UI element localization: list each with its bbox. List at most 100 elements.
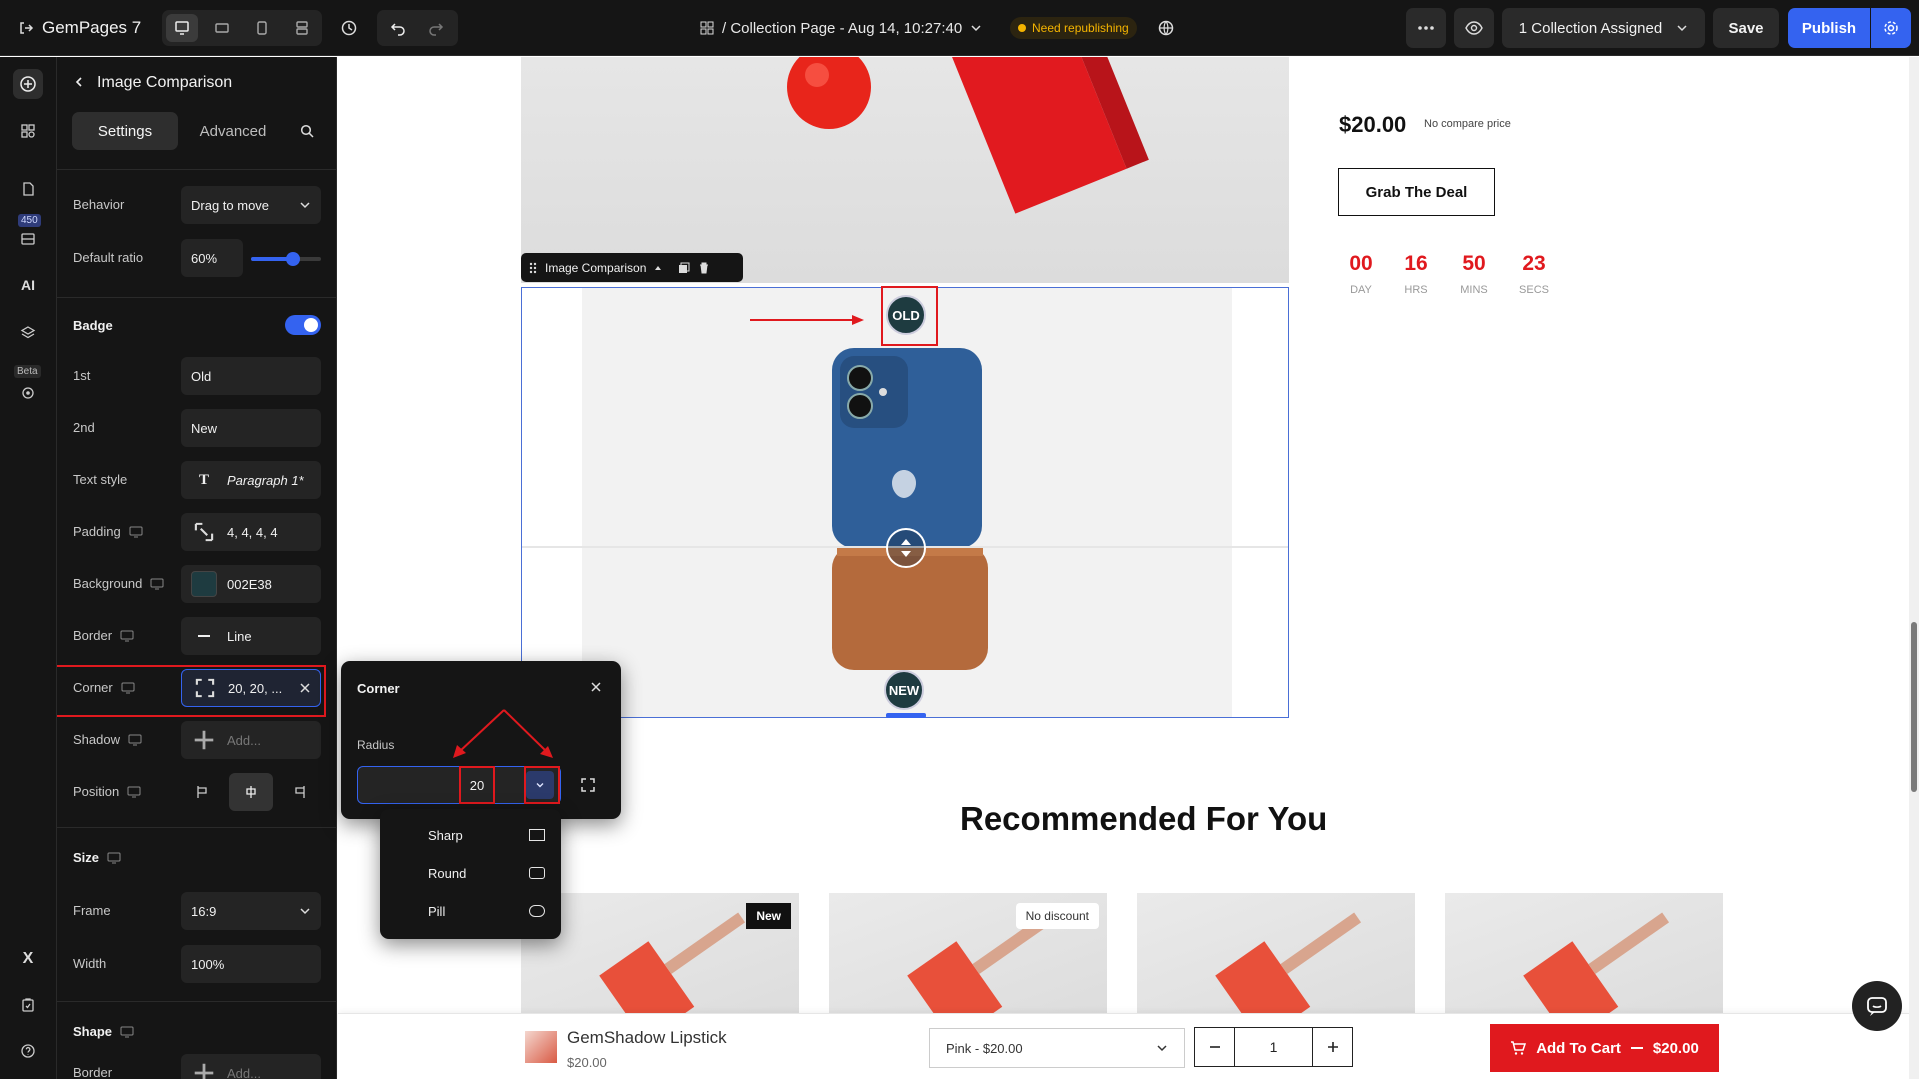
color-swatch[interactable] <box>191 571 217 597</box>
scrollbar-thumb[interactable] <box>1911 622 1917 792</box>
behavior-label: Behavior <box>73 197 125 212</box>
comparison-handle[interactable] <box>886 528 926 568</box>
corner-shape-menu: Sharp Round Pill <box>380 809 561 939</box>
shadow-add-button[interactable]: Add... <box>181 721 321 759</box>
annotation-highlight <box>524 766 560 804</box>
size-row: Size <box>73 850 121 865</box>
align-right-icon[interactable] <box>277 773 321 811</box>
background-color-input[interactable]: 002E38 <box>181 565 321 603</box>
menu-item-round[interactable]: Round <box>380 854 561 892</box>
help-icon[interactable] <box>14 1037 42 1065</box>
behavior-select[interactable]: Drag to move <box>181 186 321 224</box>
add-icon[interactable] <box>13 69 43 99</box>
dash-icon <box>1630 1047 1643 1049</box>
brand[interactable]: GemPages 7 <box>18 14 141 42</box>
slider-thumb[interactable] <box>286 252 300 266</box>
close-icon[interactable] <box>591 682 601 692</box>
second-input[interactable]: New <box>181 409 321 447</box>
desktop-icon <box>120 630 134 641</box>
add-to-cart-label: Add To Cart <box>1536 1039 1621 1057</box>
countdown-hours: 16 HRS <box>1391 252 1441 296</box>
page-selector[interactable]: / Collection Page - Aug 14, 10:27:40 <box>700 14 982 42</box>
status-dot <box>1018 24 1026 32</box>
menu-item-sharp[interactable]: Sharp <box>380 816 561 854</box>
expand-icon[interactable] <box>575 772 601 798</box>
close-icon[interactable] <box>300 683 310 693</box>
settings-panel: Image Comparison Settings Advanced Behav… <box>57 57 337 1079</box>
minus-icon[interactable] <box>1195 1028 1235 1066</box>
desktop-icon <box>121 682 135 693</box>
border-row: Border <box>73 628 134 643</box>
variant-value: Pink - $20.00 <box>946 1040 1023 1056</box>
mobile-icon[interactable] <box>246 14 278 42</box>
add-to-cart-price: $20.00 <box>1652 1039 1699 1057</box>
frame-select[interactable]: 16:9 <box>181 892 321 930</box>
sections-icon[interactable] <box>14 117 42 145</box>
default-ratio-slider[interactable] <box>251 252 321 266</box>
background-value: 002E38 <box>227 576 272 592</box>
border-select[interactable]: Line <box>181 617 321 655</box>
countdown-minutes: 50 MINS <box>1449 252 1499 296</box>
more-icon[interactable] <box>1406 8 1446 48</box>
chat-icon[interactable] <box>1852 981 1902 1031</box>
redo-icon[interactable] <box>419 14 453 42</box>
publish-button[interactable]: Publish <box>1788 8 1870 48</box>
canvas-scrollbar[interactable] <box>1909 57 1919 1079</box>
countdown-value: 16 <box>1404 252 1428 275</box>
resize-handle[interactable] <box>886 713 926 718</box>
padding-row: Padding <box>73 524 143 539</box>
align-center-icon[interactable] <box>229 773 273 811</box>
tablet-landscape-icon[interactable] <box>206 14 238 42</box>
first-input[interactable]: Old <box>181 357 321 395</box>
radius-input[interactable]: 20 <box>357 766 561 804</box>
position-label: Position <box>73 784 120 799</box>
collection-assigned-button[interactable]: 1 Collection Assigned <box>1502 8 1705 48</box>
corner-row: Corner <box>73 680 135 695</box>
corner-input[interactable]: 20, 20, ... <box>181 669 321 707</box>
quantity-value[interactable]: 1 <box>1235 1028 1312 1066</box>
plus-icon[interactable] <box>1312 1028 1352 1066</box>
save-button[interactable]: Save <box>1713 8 1779 48</box>
layers-icon[interactable] <box>14 319 42 347</box>
badge-toggle[interactable] <box>285 315 321 335</box>
eye-icon[interactable] <box>1454 8 1494 48</box>
default-ratio-input[interactable]: 60% <box>181 239 243 277</box>
badge-label: Badge <box>73 318 113 333</box>
duplicate-icon[interactable] <box>678 262 690 274</box>
caret-up-icon <box>655 265 662 270</box>
pages-icon[interactable] <box>14 175 42 203</box>
trash-icon[interactable] <box>698 262 710 274</box>
second-value: New <box>191 420 218 436</box>
element-toolbar[interactable]: Image Comparison <box>521 253 743 282</box>
tab-advanced[interactable]: Advanced <box>182 112 284 150</box>
x-icon[interactable]: X <box>14 945 42 973</box>
library-icon[interactable] <box>14 225 42 253</box>
padding-input[interactable]: 4, 4, 4, 4 <box>181 513 321 551</box>
history-icon[interactable] <box>331 10 367 46</box>
settings-beta-icon[interactable] <box>14 379 42 407</box>
behavior-value: Drag to move <box>191 197 270 213</box>
clipboard-icon[interactable] <box>14 991 42 1019</box>
shape-border-add-button[interactable]: Add... <box>181 1054 321 1079</box>
undo-icon[interactable] <box>381 14 415 42</box>
width-input[interactable]: 100% <box>181 945 321 983</box>
desktop-icon[interactable] <box>166 14 198 42</box>
search-icon[interactable] <box>288 112 326 150</box>
popup-title: Corner <box>357 681 400 696</box>
image-comparison[interactable] <box>521 287 1289 718</box>
layout-icon[interactable] <box>286 14 318 42</box>
grab-deal-button[interactable]: Grab The Deal <box>1338 168 1495 216</box>
variant-select[interactable]: Pink - $20.00 <box>929 1028 1185 1068</box>
back-icon[interactable] <box>69 72 89 92</box>
desktop-icon <box>129 526 143 537</box>
align-left-icon[interactable] <box>181 773 225 811</box>
add-to-cart-button[interactable]: Add To Cart $20.00 <box>1490 1024 1719 1072</box>
menu-item-pill[interactable]: Pill <box>380 892 561 930</box>
text-style-select[interactable]: T Paragraph 1* <box>181 461 321 499</box>
product-image-top[interactable] <box>521 57 1289 283</box>
tab-settings[interactable]: Settings <box>72 112 178 150</box>
panel-tabs: Settings Advanced <box>72 112 326 150</box>
translate-icon[interactable] <box>1148 10 1184 46</box>
ai-icon[interactable]: AI <box>14 271 42 299</box>
publish-settings-button[interactable] <box>1871 8 1911 48</box>
